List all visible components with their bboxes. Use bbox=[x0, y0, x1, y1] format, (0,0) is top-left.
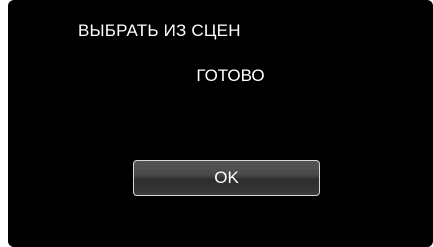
dialog-title: ВЫБРАТЬ ИЗ СЦЕН bbox=[78, 21, 241, 40]
ok-button[interactable]: OK bbox=[133, 160, 320, 196]
dialog-screen: ВЫБРАТЬ ИЗ СЦЕН ГОТОВО OK bbox=[8, 0, 433, 247]
status-message: ГОТОВО bbox=[196, 66, 265, 85]
ok-button-label: OK bbox=[214, 168, 239, 187]
